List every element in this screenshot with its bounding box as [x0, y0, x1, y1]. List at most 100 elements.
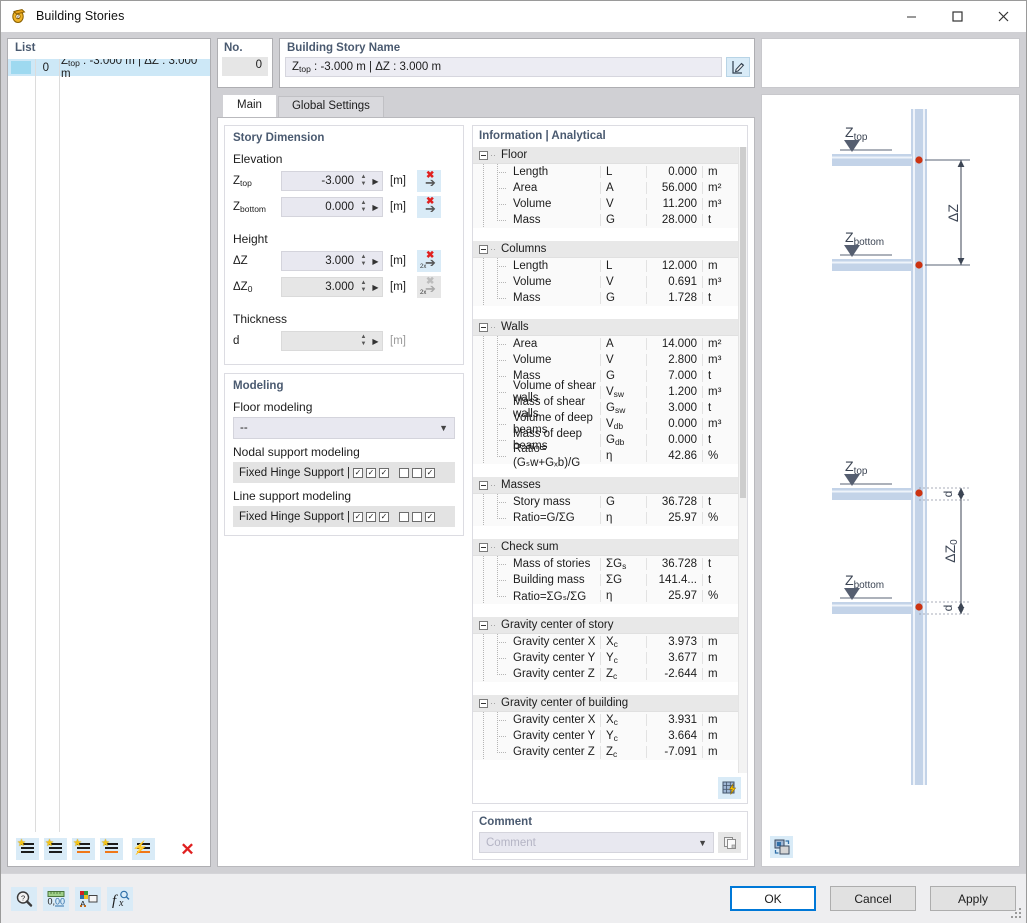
- information-scrollbar[interactable]: [738, 147, 747, 773]
- information-row-symbol: Vsw: [600, 386, 646, 399]
- resize-grip[interactable]: [1011, 908, 1023, 920]
- information-tree[interactable]: ··FloorLengthL0.000mAreaA56.000m²VolumeV…: [473, 147, 738, 773]
- tab-main[interactable]: Main: [223, 95, 276, 117]
- information-group-header[interactable]: ··Columns: [473, 241, 738, 258]
- floor-modeling-select[interactable]: -- ▼: [233, 417, 455, 439]
- calculate-icon[interactable]: [718, 777, 741, 799]
- information-group-header[interactable]: ··Gravity center of story: [473, 617, 738, 634]
- information-row-label: Gravity center X: [513, 714, 600, 726]
- information-group-header[interactable]: ··Floor: [473, 147, 738, 164]
- duplicate-story-button[interactable]: ★: [100, 838, 123, 860]
- information-row[interactable]: Gravity center XXc3.973m: [473, 634, 738, 650]
- zbottom-input[interactable]: 0.000 ▲▼ ▶: [281, 197, 383, 217]
- comment-input[interactable]: Comment ▼: [479, 832, 714, 853]
- information-group-header[interactable]: ··Walls: [473, 319, 738, 336]
- information-row[interactable]: LengthL0.000m: [473, 164, 738, 180]
- minimize-button[interactable]: [888, 1, 934, 32]
- information-row[interactable]: Mass of storiesΣGs36.728t: [473, 556, 738, 572]
- information-row-unit: m: [702, 730, 738, 742]
- dz-expand-icon[interactable]: ▶: [369, 257, 382, 266]
- help-button[interactable]: ?: [11, 887, 37, 911]
- cancel-button[interactable]: Cancel: [830, 886, 916, 911]
- collapse-icon[interactable]: [479, 699, 488, 708]
- close-button[interactable]: [980, 1, 1026, 32]
- ok-button[interactable]: OK: [730, 886, 816, 911]
- story-list[interactable]: 0 Ztop : -3.000 m | ΔZ : 3.000 m: [8, 59, 210, 832]
- copy-comment-button[interactable]: [718, 832, 741, 853]
- pick-ztop-button[interactable]: ➔✖: [417, 170, 441, 192]
- information-row[interactable]: VolumeV0.691m³: [473, 274, 738, 290]
- information-row[interactable]: VolumeV11.200m³: [473, 196, 738, 212]
- information-row[interactable]: Ratio=(Gₛw+Gₓb)/Gη42.86%: [473, 448, 738, 464]
- chevron-down-icon[interactable]: ▼: [698, 838, 707, 848]
- dz0-expand-icon[interactable]: ▶: [369, 283, 382, 292]
- scrollbar-thumb[interactable]: [740, 147, 746, 498]
- collapse-icon[interactable]: [479, 543, 488, 552]
- new-story-above-button[interactable]: ★: [16, 838, 39, 860]
- information-row[interactable]: Story massG36.728t: [473, 494, 738, 510]
- dz-input[interactable]: 3.000 ▲▼ ▶: [281, 251, 383, 271]
- information-row[interactable]: Volume of deep beamsVdb0.000m³: [473, 416, 738, 432]
- information-row[interactable]: MassG1.728t: [473, 290, 738, 306]
- zbottom-expand-icon[interactable]: ▶: [369, 203, 382, 212]
- information-row-value: 1.200: [646, 386, 702, 398]
- ztop-expand-icon[interactable]: ▶: [369, 177, 382, 186]
- information-row[interactable]: MassG7.000t: [473, 368, 738, 384]
- new-story-below-button[interactable]: ★: [44, 838, 67, 860]
- information-group-header[interactable]: ··Check sum: [473, 539, 738, 556]
- information-row[interactable]: AreaA14.000m²: [473, 336, 738, 352]
- insert-story-button[interactable]: ★: [72, 838, 95, 860]
- ztop-input[interactable]: -3.000 ▲▼ ▶: [281, 171, 383, 191]
- information-row-symbol: Yc: [600, 730, 646, 743]
- dz0-stepper[interactable]: ▲▼: [358, 281, 369, 293]
- information-row[interactable]: Gravity center YYc3.677m: [473, 650, 738, 666]
- information-group-header[interactable]: ··Masses: [473, 477, 738, 494]
- collapse-icon[interactable]: [479, 481, 488, 490]
- information-row-symbol: η: [600, 450, 646, 462]
- collapse-icon[interactable]: [479, 323, 488, 332]
- nodal-support-value: Fixed Hinge Support |: [239, 467, 350, 479]
- information-row[interactable]: Volume of shear wallsVsw1.200m³: [473, 384, 738, 400]
- information-row-symbol: G: [600, 292, 646, 304]
- information-row[interactable]: Gravity center YYc3.664m: [473, 728, 738, 744]
- collapse-icon[interactable]: [479, 621, 488, 630]
- main-tab-panel: Story Dimension Elevation Ztop -3.000 ▲▼…: [217, 117, 755, 867]
- dz0-input[interactable]: 3.000 ▲▼ ▶: [281, 277, 383, 297]
- information-group-header[interactable]: ··Gravity center of building: [473, 695, 738, 712]
- formula-button[interactable]: f x: [107, 887, 133, 911]
- information-row[interactable]: Gravity center ZZc-7.091m: [473, 744, 738, 760]
- information-row[interactable]: LengthL12.000m: [473, 258, 738, 274]
- information-row[interactable]: Gravity center XXc3.931m: [473, 712, 738, 728]
- zbottom-stepper[interactable]: ▲▼: [358, 201, 369, 213]
- story-dimension-title: Story Dimension: [233, 132, 455, 144]
- list-item[interactable]: 0 Ztop : -3.000 m | ΔZ : 3.000 m: [8, 59, 210, 76]
- information-row[interactable]: AreaA56.000m²: [473, 180, 738, 196]
- edit-name-button[interactable]: [726, 57, 750, 77]
- information-row[interactable]: Gravity center ZZc-2.644m: [473, 666, 738, 682]
- generate-stories-button[interactable]: ⚡: [132, 838, 155, 860]
- information-row[interactable]: Mass of deep beamsGdb0.000t: [473, 432, 738, 448]
- collapse-icon[interactable]: [479, 245, 488, 254]
- information-row[interactable]: VolumeV2.800m³: [473, 352, 738, 368]
- information-group-spacer: [473, 760, 738, 773]
- collapse-icon[interactable]: [479, 151, 488, 160]
- information-row[interactable]: Mass of shear wallsGsw3.000t: [473, 400, 738, 416]
- exchange-view-button[interactable]: [770, 836, 793, 858]
- information-row[interactable]: MassG28.000t: [473, 212, 738, 228]
- information-row[interactable]: Ratio=G/ΣGη25.97%: [473, 510, 738, 526]
- ztop-stepper[interactable]: ▲▼: [358, 175, 369, 187]
- tab-global-settings[interactable]: Global Settings: [278, 96, 384, 117]
- maximize-button[interactable]: [934, 1, 980, 32]
- story-diagram-svg: Ztop Zbottom ΔZ: [762, 95, 1019, 795]
- information-row-unit: m²: [702, 338, 738, 350]
- story-name-input[interactable]: Ztop : -3.000 m | ΔZ : 3.000 m: [285, 57, 722, 77]
- apply-button[interactable]: Apply: [930, 886, 1016, 911]
- pick-dz-button[interactable]: ➔✖2x: [417, 250, 441, 272]
- delete-story-button[interactable]: ✕: [176, 838, 199, 860]
- information-row[interactable]: Building massΣG141.4...t: [473, 572, 738, 588]
- pick-zbottom-button[interactable]: ➔✖: [417, 196, 441, 218]
- units-button[interactable]: 0, 00: [43, 887, 69, 911]
- display-properties-button[interactable]: A: [75, 887, 101, 911]
- dz-stepper[interactable]: ▲▼: [358, 255, 369, 267]
- information-row[interactable]: Ratio=ΣGₛ/ΣGη25.97%: [473, 588, 738, 604]
